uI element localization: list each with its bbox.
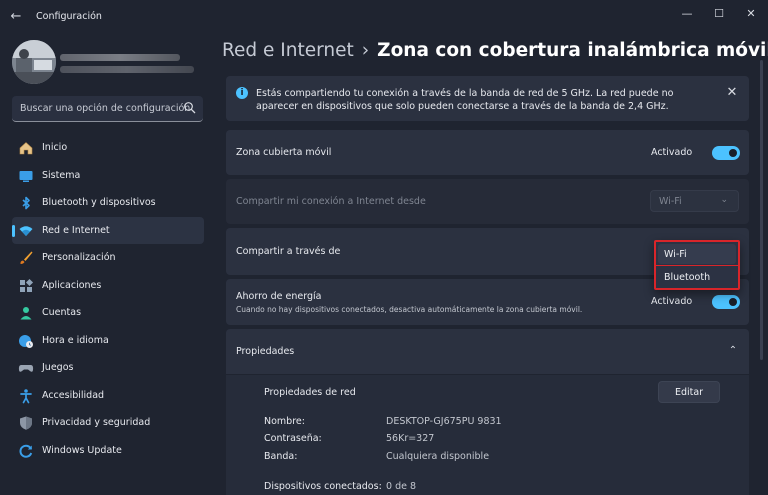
sidebar-item-label: Inicio: [42, 142, 68, 153]
gamepad-icon: [18, 365, 34, 372]
close-icon[interactable]: ✕: [725, 86, 739, 100]
info-banner: i Estás compartiendo tu conexión a travé…: [226, 76, 749, 121]
user-name-redacted: [60, 54, 180, 61]
sidebar-item-label: Privacidad y seguridad: [42, 417, 151, 428]
sidebar-item-red-e-internet[interactable]: Red e Internet: [12, 216, 204, 244]
accounts-icon: [20, 307, 32, 320]
minimize-button[interactable]: —: [672, 4, 702, 24]
share-from-row: Compartir mi conexión a Internet desde W…: [226, 179, 749, 224]
hotspot-label: Zona cubierta móvil: [236, 147, 332, 158]
sidebar-item-inicio[interactable]: Inicio: [12, 134, 204, 162]
bluetooth-icon: [22, 196, 30, 210]
title-bar: ← Configuración — ☐ ✕: [0, 0, 768, 34]
sidebar-nav: Inicio Sistema Bluetooth y dispositivos …: [12, 134, 204, 464]
close-window-button[interactable]: ✕: [736, 4, 766, 24]
sidebar-item-privacidad[interactable]: Privacidad y seguridad: [12, 409, 204, 437]
properties-header[interactable]: Propiedades ⌃: [226, 329, 749, 374]
sidebar-item-label: Red e Internet: [42, 224, 110, 236]
sidebar-item-label: Sistema: [42, 169, 81, 181]
sidebar-item-sistema[interactable]: Sistema: [12, 162, 204, 190]
share-over-dropdown: Wi-Fi Bluetooth: [654, 240, 740, 290]
sidebar-item-label: Accesibilidad: [42, 389, 105, 401]
properties-body: Propiedades de red Editar Nombre: DESKTO…: [226, 375, 749, 495]
info-banner-text: Estás compartiendo tu conexión a través …: [256, 88, 674, 112]
chevron-up-icon[interactable]: ⌃: [727, 345, 739, 357]
sidebar-item-label: Bluetooth y dispositivos: [42, 197, 156, 208]
settings-search[interactable]: Buscar una opción de configuración: [12, 96, 203, 122]
prop-label-password: Contraseña:: [264, 433, 322, 444]
chevron-down-icon: ⌄: [720, 195, 728, 205]
sidebar-item-juegos[interactable]: Juegos: [12, 354, 204, 382]
user-profile[interactable]: [12, 40, 212, 84]
breadcrumb-parent[interactable]: Red e Internet: [222, 40, 354, 61]
prop-value-name: DESKTOP-GJ675PU 9831: [386, 416, 502, 427]
maximize-button[interactable]: ☐: [704, 4, 734, 24]
dropdown-option-wifi[interactable]: Wi-Fi: [658, 244, 736, 264]
sidebar-item-aplicaciones[interactable]: Aplicaciones: [12, 272, 204, 300]
share-from-select[interactable]: Wi-Fi ⌄: [650, 190, 739, 212]
network-properties-label: Propiedades de red: [264, 387, 356, 398]
sidebar-item-label: Cuentas: [42, 307, 82, 318]
network-icon: [19, 225, 33, 236]
globe-clock-icon: [19, 334, 33, 348]
hotspot-state: Activado: [651, 147, 693, 158]
system-icon: [19, 170, 33, 182]
hotspot-row: Zona cubierta móvil Activado: [226, 130, 749, 175]
prop-label-band: Banda:: [264, 451, 298, 462]
brush-icon: [20, 251, 33, 264]
hotspot-toggle[interactable]: [712, 146, 740, 160]
dropdown-option-bluetooth[interactable]: Bluetooth: [658, 267, 736, 287]
search-icon[interactable]: [183, 101, 197, 115]
accessibility-icon: [20, 388, 32, 403]
power-saving-state: Activado: [651, 296, 693, 307]
breadcrumb: Red e Internet › Zona con cobertura inalám…: [222, 40, 768, 66]
power-saving-description: Cuando no hay dispositivos conectados, d…: [236, 305, 583, 314]
edit-button-label: Editar: [674, 387, 704, 398]
dropdown-option-label: Wi-Fi: [664, 249, 687, 260]
share-from-value: Wi-Fi: [659, 196, 682, 207]
sidebar-item-label: Aplicaciones: [42, 279, 102, 291]
update-icon: [19, 444, 33, 458]
power-saving-label: Ahorro de energía: [236, 291, 322, 302]
back-button[interactable]: ←: [6, 8, 26, 26]
sidebar-item-hora-e-idioma[interactable]: Hora e idioma: [12, 327, 204, 355]
prop-value-password: 56Kr=327: [386, 433, 435, 444]
page-title: Zona con cobertura inalámbrica móvil: [377, 40, 768, 61]
sidebar-item-cuentas[interactable]: Cuentas: [12, 299, 204, 327]
sidebar-item-label: Windows Update: [42, 444, 122, 456]
sidebar-item-accesibilidad[interactable]: Accesibilidad: [12, 382, 204, 410]
sidebar-item-personalizacion[interactable]: Personalización: [12, 244, 204, 272]
user-email-redacted: [60, 66, 194, 73]
avatar: [12, 40, 56, 84]
prop-label-name: Nombre:: [264, 416, 305, 427]
dropdown-divider: [656, 265, 738, 266]
dropdown-option-label: Bluetooth: [664, 272, 711, 283]
edit-button[interactable]: Editar: [658, 381, 720, 403]
apps-icon: [20, 278, 34, 292]
sidebar-item-bluetooth[interactable]: Bluetooth y dispositivos: [12, 189, 204, 217]
sidebar-item-label: Hora e idioma: [42, 334, 109, 346]
prop-label-devices: Dispositivos conectados:: [264, 481, 382, 492]
scrollbar[interactable]: [760, 60, 763, 360]
sidebar-item-label: Juegos: [42, 362, 74, 373]
properties-title: Propiedades: [236, 346, 295, 357]
info-icon: i: [236, 87, 248, 99]
home-icon: [19, 142, 33, 155]
search-placeholder: Buscar una opción de configuración: [20, 103, 191, 114]
share-from-label: Compartir mi conexión a Internet desde: [236, 196, 426, 207]
sidebar-item-windows-update[interactable]: Windows Update: [12, 437, 204, 465]
breadcrumb-separator: ›: [361, 40, 370, 61]
prop-value-band: Cualquiera disponible: [386, 451, 490, 462]
sidebar-item-label: Personalización: [42, 252, 116, 263]
power-saving-toggle[interactable]: [712, 295, 740, 309]
prop-value-devices: 0 de 8: [386, 481, 417, 492]
shield-icon: [20, 416, 32, 430]
share-over-label: Compartir a través de: [236, 246, 341, 257]
app-title: Configuración: [36, 11, 102, 22]
